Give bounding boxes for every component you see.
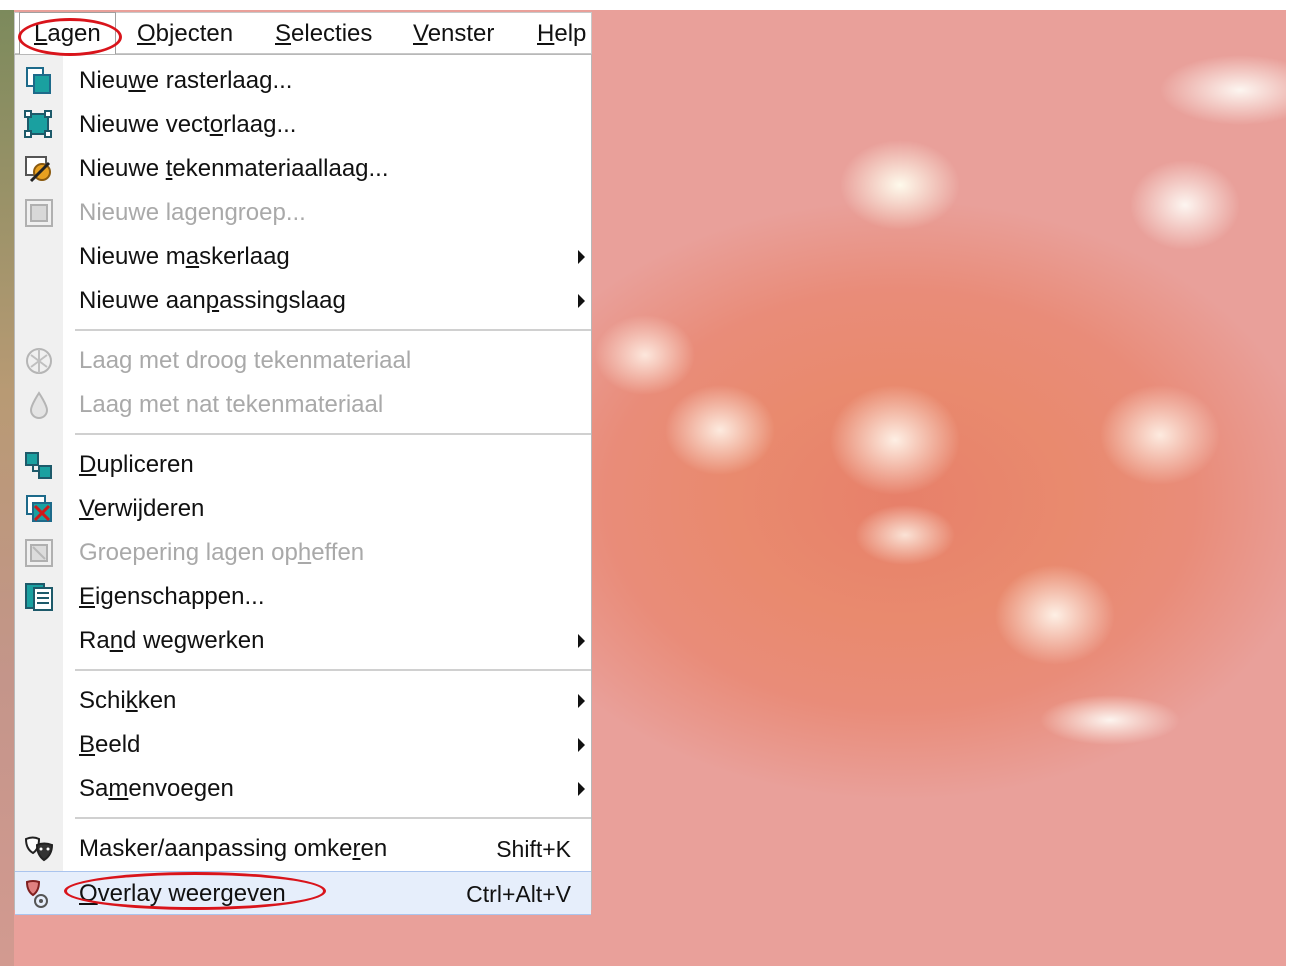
new-art-media-layer-icon: [25, 156, 51, 183]
menu-item-arrange[interactable]: Schikken: [15, 679, 591, 723]
submenu-arrow-icon: [578, 694, 585, 708]
menu-bar: Lagen Objecten Selecties Venster Help: [14, 12, 592, 55]
new-layer-group-icon: [25, 199, 53, 227]
menu-item-matting[interactable]: Rand wegwerken: [15, 619, 591, 663]
menu-separator: [75, 669, 591, 671]
menu-item-wet-media-layer[interactable]: Laag met nat tekenmateriaal: [15, 383, 591, 427]
menu-separator: [75, 329, 591, 331]
window-top-border: [0, 0, 1290, 10]
menu-lagen[interactable]: Lagen: [19, 12, 116, 55]
layers-dropdown-menu: Nieuwe rasterlaag... Nieuwe vectorlaag..…: [14, 54, 592, 915]
shortcut-ctrl-alt-v: Ctrl+Alt+V: [466, 881, 571, 907]
new-vector-layer-icon: [24, 110, 52, 138]
menu-item-dry-media-layer[interactable]: Laag met droog tekenmateriaal: [15, 339, 591, 383]
submenu-arrow-icon: [578, 634, 585, 648]
menu-item-view[interactable]: Beeld: [15, 723, 591, 767]
menu-item-delete[interactable]: Verwijderen: [15, 487, 591, 531]
submenu-arrow-icon: [578, 250, 585, 264]
menu-item-ungroup-layers[interactable]: Groepering lagen opheffen: [15, 531, 591, 575]
menu-item-new-raster-layer[interactable]: Nieuwe rasterlaag...: [15, 59, 591, 103]
left-panel-edge: [0, 10, 14, 966]
delete-layer-icon: [26, 495, 52, 522]
invert-mask-icon: [24, 836, 54, 862]
menu-separator: [75, 817, 591, 819]
submenu-arrow-icon: [578, 738, 585, 752]
menu-item-duplicate[interactable]: Dupliceren: [15, 443, 591, 487]
shortcut-shift-k: Shift+K: [496, 836, 571, 862]
duplicate-icon: [25, 452, 52, 479]
submenu-arrow-icon: [578, 782, 585, 796]
menu-separator: [75, 433, 591, 435]
window-right-border: [1286, 0, 1290, 966]
wet-media-icon: [29, 391, 49, 420]
menu-venster[interactable]: Venster: [413, 13, 494, 55]
menu-item-view-overlay[interactable]: Overlay weergeven Ctrl+Alt+V: [15, 871, 591, 915]
menu-item-new-adjustment-layer[interactable]: Nieuwe aanpassingslaag: [15, 279, 591, 323]
menu-selecties[interactable]: Selecties: [275, 13, 372, 55]
menu-objecten[interactable]: Objecten: [137, 13, 233, 55]
view-overlay-icon: [25, 880, 48, 908]
menu-item-merge[interactable]: Samenvoegen: [15, 767, 591, 811]
menu-item-new-layer-group[interactable]: Nieuwe lagengroep...: [15, 191, 591, 235]
menu-item-new-mask-layer[interactable]: Nieuwe maskerlaag: [15, 235, 591, 279]
new-raster-layer-icon: [26, 67, 51, 94]
ungroup-layers-icon: [25, 539, 53, 567]
properties-icon: [25, 583, 53, 611]
menu-help[interactable]: Help: [537, 13, 586, 55]
menu-item-invert-mask[interactable]: Masker/aanpassing omkeren Shift+K: [15, 827, 591, 871]
menu-item-new-art-media-layer[interactable]: Nieuwe tekenmateriaallaag...: [15, 147, 591, 191]
submenu-arrow-icon: [578, 294, 585, 308]
dry-media-icon: [26, 348, 52, 374]
menu-item-new-vector-layer[interactable]: Nieuwe vectorlaag...: [15, 103, 591, 147]
menu-item-properties[interactable]: Eigenschappen...: [15, 575, 591, 619]
